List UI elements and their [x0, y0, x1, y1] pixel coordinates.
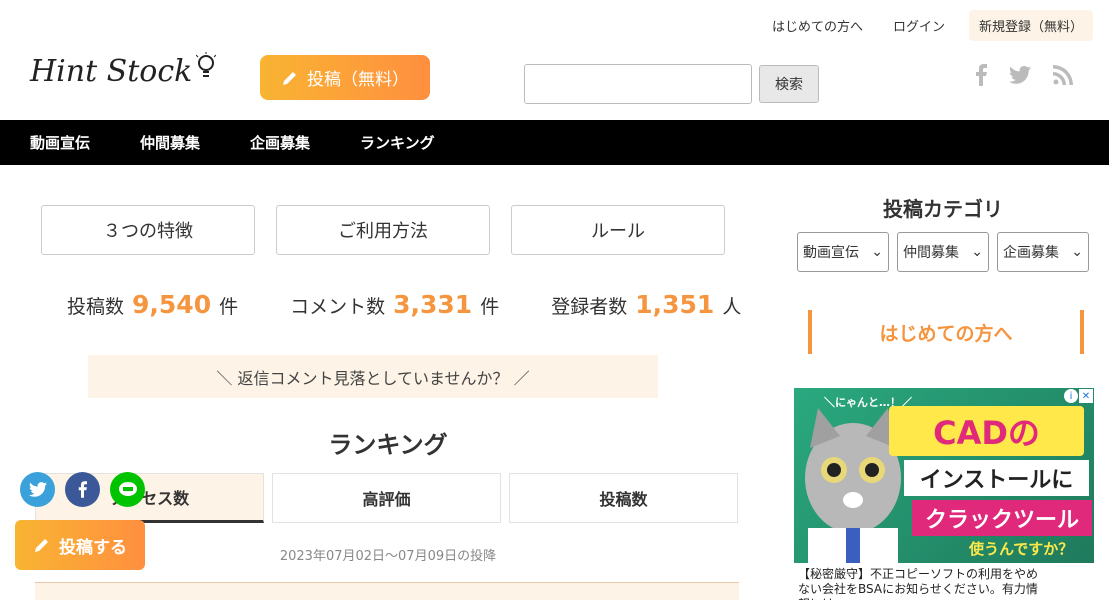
pencil-icon [283, 71, 296, 85]
nav-ranking[interactable]: ランキング [360, 132, 435, 153]
stat-value: 1,351 [635, 290, 715, 319]
social-links [975, 64, 1095, 86]
ranking-list [35, 582, 739, 600]
search-button[interactable]: 検索 [759, 65, 819, 103]
stat-unit: 人 [722, 296, 742, 318]
tab-post-count[interactable]: 投稿数 [509, 473, 738, 523]
close-icon[interactable]: ✕ [1079, 389, 1093, 403]
category-title: 投稿カテゴリ [883, 197, 1003, 221]
usage-button[interactable]: ご利用方法 [276, 205, 490, 255]
floating-post-button[interactable]: 投稿する [15, 520, 145, 570]
chevron-down-icon: ⌄ [871, 244, 883, 260]
facebook-icon[interactable] [975, 64, 987, 86]
category-select-recruit[interactable]: 仲間募集 ⌄ [897, 232, 989, 272]
stat-unit: 件 [480, 296, 500, 318]
login-link[interactable]: ログイン [893, 12, 945, 39]
nav-recruit[interactable]: 仲間募集 [140, 132, 200, 153]
feature-buttons: ３つの特徴 ご利用方法 ルール [41, 205, 746, 255]
category-selects: 動画宣伝 ⌄ 仲間募集 ⌄ 企画募集 ⌄ [797, 232, 1097, 272]
select-value: 動画宣伝 [803, 245, 859, 261]
floating-post-label: 投稿する [59, 537, 127, 558]
logo-text: Hint Stock [30, 53, 193, 89]
tab-rating[interactable]: 高評価 [272, 473, 501, 523]
advertisement[interactable]: i ✕ ＼にゃんと…！／ CADの インストールに クラックツール 使うんですか… [794, 388, 1094, 600]
select-value: 仲間募集 [903, 245, 959, 261]
category-select-video[interactable]: 動画宣伝 ⌄ [797, 232, 889, 272]
stat-value: 9,540 [132, 290, 212, 319]
ad-line-2: インストールに [904, 460, 1089, 496]
ad-headline: CADの [889, 406, 1084, 456]
category-select-project[interactable]: 企画募集 ⌄ [997, 232, 1089, 272]
twitter-share-icon[interactable] [20, 472, 55, 507]
floating-share [20, 472, 155, 507]
rules-button[interactable]: ルール [511, 205, 725, 255]
ad-line-3: クラックツール [912, 500, 1092, 536]
stat-members: 登録者数 1,351 人 [551, 290, 741, 319]
info-icon[interactable]: i [1064, 389, 1078, 403]
nav-project[interactable]: 企画募集 [250, 132, 310, 153]
lightbulb-icon [195, 52, 217, 90]
post-button-label: 投稿（無料） [307, 70, 409, 90]
header: はじめての方へ ログイン 新規登録（無料） Hint Stock 投稿（無料） … [0, 0, 1109, 120]
guide-link[interactable]: はじめての方へ [772, 12, 863, 39]
top-links: はじめての方へ ログイン 新規登録（無料） [742, 10, 1093, 41]
post-button[interactable]: 投稿（無料） [260, 55, 430, 100]
stat-value: 3,331 [393, 290, 473, 319]
main-nav: 動画宣伝 仲間募集 企画募集 ランキング [0, 120, 1109, 165]
register-link[interactable]: 新規登録（無料） [968, 10, 1093, 41]
twitter-icon[interactable] [1009, 66, 1031, 84]
reply-comment-banner[interactable]: ＼ 返信コメント見落としていませんか？ ／ [88, 355, 658, 398]
logo[interactable]: Hint Stock [30, 52, 217, 90]
ad-caption: 【秘密厳守】不正コピーソフトの利用をやめない会社をBSAにお知らせください。有力… [794, 563, 1094, 600]
select-value: 企画募集 [1003, 245, 1059, 261]
stat-label: 登録者数 [551, 296, 628, 318]
stat-posts: 投稿数 9,540 件 [67, 290, 238, 319]
chevron-down-icon: ⌄ [1071, 244, 1083, 260]
stat-label: 投稿数 [67, 296, 125, 318]
line-share-icon[interactable] [110, 472, 145, 507]
site-stats: 投稿数 9,540 件 コメント数 3,331 件 登録者数 1,351 人 [67, 290, 793, 319]
pencil-icon [35, 539, 48, 552]
stat-comments: コメント数 3,331 件 [290, 290, 499, 319]
beginner-guide-link[interactable]: はじめての方へ [808, 310, 1084, 354]
facebook-share-icon[interactable] [65, 472, 100, 507]
ranking-title: ランキング [328, 431, 448, 459]
chevron-down-icon: ⌄ [971, 244, 983, 260]
search-input[interactable] [524, 64, 752, 104]
stat-unit: 件 [219, 296, 239, 318]
stat-label: コメント数 [290, 296, 386, 318]
rss-icon[interactable] [1053, 65, 1073, 85]
features-button[interactable]: ３つの特徴 [41, 205, 255, 255]
ad-line-4: 使うんですか？ [969, 540, 1074, 558]
nav-video-promo[interactable]: 動画宣伝 [30, 132, 90, 153]
